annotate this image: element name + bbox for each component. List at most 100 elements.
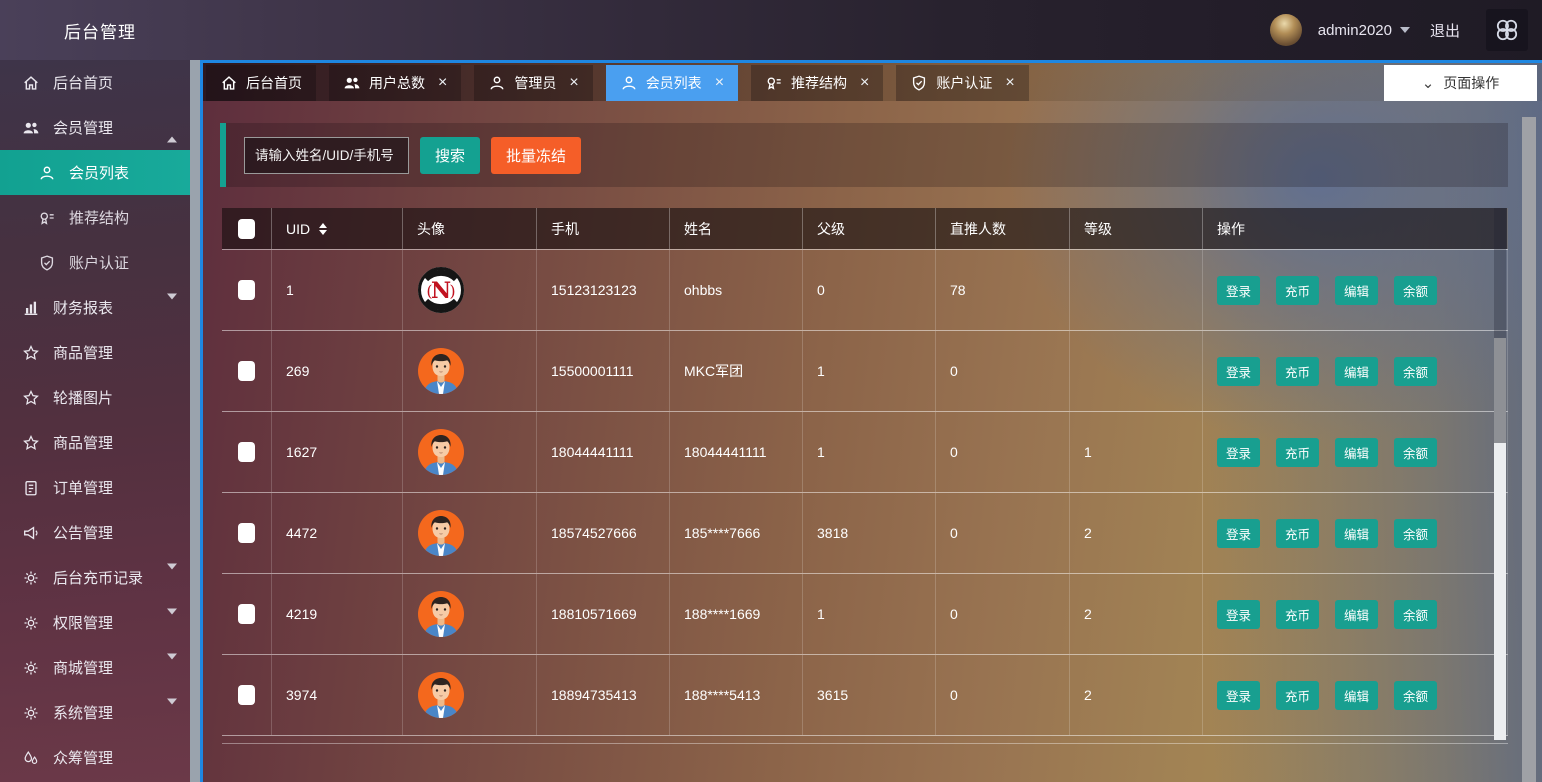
sidebar-item-11[interactable]: 后台充币记录: [0, 555, 190, 600]
sort-icon[interactable]: [319, 223, 327, 235]
tab-5[interactable]: 账户认证×: [896, 65, 1028, 101]
sidebar-item-2[interactable]: 会员列表: [0, 150, 190, 195]
action-button-2[interactable]: 编辑: [1335, 438, 1378, 467]
gear-icon: [22, 659, 40, 677]
action-button-1[interactable]: 充币: [1276, 357, 1319, 386]
close-icon[interactable]: ×: [569, 75, 578, 91]
close-icon[interactable]: ×: [860, 75, 869, 91]
sidebar-item-3[interactable]: 推荐结构: [0, 195, 190, 240]
logout-button[interactable]: 退出: [1430, 20, 1460, 41]
action-button-3[interactable]: 余额: [1394, 276, 1437, 305]
action-button-2[interactable]: 编辑: [1335, 600, 1378, 629]
sidebar-item-label: 商城管理: [53, 657, 113, 678]
sidebar-item-0[interactable]: 后台首页: [0, 60, 190, 105]
action-button-3[interactable]: 余额: [1394, 438, 1437, 467]
sidebar-item-label: 商品管理: [53, 342, 113, 363]
cell-uid: 4472: [272, 493, 403, 573]
user-avatar[interactable]: [1270, 14, 1302, 46]
action-button-1[interactable]: 充币: [1276, 600, 1319, 629]
action-button-1[interactable]: 充币: [1276, 681, 1319, 710]
search-button[interactable]: 搜索: [420, 137, 480, 174]
home-icon: [220, 74, 238, 92]
sidebar-item-label: 后台首页: [53, 72, 113, 93]
cell-direct: 0: [936, 493, 1070, 573]
cell-direct: 0: [936, 331, 1070, 411]
batch-freeze-button[interactable]: 批量冻结: [491, 137, 581, 174]
action-button-0[interactable]: 登录: [1217, 276, 1260, 305]
action-button-3[interactable]: 余额: [1394, 681, 1437, 710]
action-button-2[interactable]: 编辑: [1335, 357, 1378, 386]
table-header-row: UID 头像 手机 姓名 父级 直推人数 等级 操作: [222, 208, 1508, 249]
gear-icon: [22, 614, 40, 632]
sidebar-item-12[interactable]: 权限管理: [0, 600, 190, 645]
sidebar-item-6[interactable]: 商品管理: [0, 330, 190, 375]
action-button-0[interactable]: 登录: [1217, 357, 1260, 386]
page-actions-button[interactable]: ⌄ 页面操作: [1384, 65, 1537, 101]
table-row-4: 421918810571669188****1669102登录充币编辑余额: [222, 573, 1508, 654]
chevron-down-icon: [167, 659, 177, 676]
tab-label: 用户总数: [369, 73, 425, 93]
sidebar-item-label: 订单管理: [53, 477, 113, 498]
action-button-3[interactable]: 余额: [1394, 600, 1437, 629]
cell-uid: 269: [272, 331, 403, 411]
cell-avatar: [403, 412, 537, 492]
row-checkbox[interactable]: [238, 523, 255, 543]
sidebar-item-13[interactable]: 商城管理: [0, 645, 190, 690]
table-row-2: 16271804444111118044441111101登录充币编辑余额: [222, 411, 1508, 492]
clover-icon[interactable]: [1486, 9, 1528, 51]
action-button-1[interactable]: 充币: [1276, 438, 1319, 467]
row-checkbox[interactable]: [238, 685, 255, 705]
search-input[interactable]: [244, 137, 409, 174]
sidebar-item-8[interactable]: 商品管理: [0, 420, 190, 465]
tab-0[interactable]: 后台首页: [206, 65, 316, 101]
close-icon[interactable]: ×: [715, 75, 724, 91]
sidebar-scrollbar[interactable]: [190, 60, 200, 782]
sidebar-item-5[interactable]: 财务报表: [0, 285, 190, 330]
action-button-1[interactable]: 充币: [1276, 519, 1319, 548]
action-button-2[interactable]: 编辑: [1335, 276, 1378, 305]
tab-2[interactable]: 管理员×: [474, 65, 592, 101]
action-button-2[interactable]: 编辑: [1335, 681, 1378, 710]
cell-parent: 1: [803, 331, 936, 411]
close-icon[interactable]: ×: [438, 75, 447, 91]
cell-name: 188****5413: [670, 655, 803, 735]
tab-3[interactable]: 会员列表×: [606, 65, 738, 101]
action-button-0[interactable]: 登录: [1217, 681, 1260, 710]
select-all-checkbox[interactable]: [238, 219, 255, 239]
action-button-0[interactable]: 登录: [1217, 519, 1260, 548]
row-checkbox[interactable]: [238, 604, 255, 624]
sidebar-item-4[interactable]: 账户认证: [0, 240, 190, 285]
close-icon[interactable]: ×: [1005, 75, 1014, 91]
row-checkbox[interactable]: [238, 361, 255, 381]
table-scrollbar[interactable]: [1494, 208, 1506, 740]
action-button-3[interactable]: 余额: [1394, 357, 1437, 386]
tab-1[interactable]: 用户总数 ×: [329, 65, 461, 101]
tab-4[interactable]: 推荐结构×: [751, 65, 883, 101]
users-icon: [22, 119, 40, 137]
sidebar-item-15[interactable]: 众筹管理: [0, 735, 190, 780]
table-scrollbar-thumb[interactable]: [1494, 443, 1506, 740]
sidebar-item-14[interactable]: 系统管理: [0, 690, 190, 735]
action-button-2[interactable]: 编辑: [1335, 519, 1378, 548]
sidebar-item-10[interactable]: 公告管理: [0, 510, 190, 555]
action-button-0[interactable]: 登录: [1217, 600, 1260, 629]
action-button-3[interactable]: 余额: [1394, 519, 1437, 548]
cell-checkbox: [222, 412, 272, 492]
cell-avatar: [403, 493, 537, 573]
avatar: [417, 590, 465, 638]
action-button-1[interactable]: 充币: [1276, 276, 1319, 305]
sidebar-item-label: 推荐结构: [69, 207, 129, 228]
chevron-down-icon: ⌄: [1422, 76, 1435, 91]
col-uid[interactable]: UID: [272, 208, 403, 249]
action-button-0[interactable]: 登录: [1217, 438, 1260, 467]
sidebar-item-label: 众筹管理: [53, 747, 113, 768]
page-scrollbar[interactable]: [1522, 117, 1536, 782]
sidebar-item-7[interactable]: 轮播图片: [0, 375, 190, 420]
badge-icon: [765, 74, 783, 92]
row-checkbox[interactable]: [238, 280, 255, 300]
sidebar-item-9[interactable]: 订单管理: [0, 465, 190, 510]
row-checkbox[interactable]: [238, 442, 255, 462]
sidebar-item-1[interactable]: 会员管理: [0, 105, 190, 150]
user-menu[interactable]: admin2020: [1318, 22, 1410, 39]
table-scrollbar-thumb-grey[interactable]: [1494, 338, 1506, 443]
